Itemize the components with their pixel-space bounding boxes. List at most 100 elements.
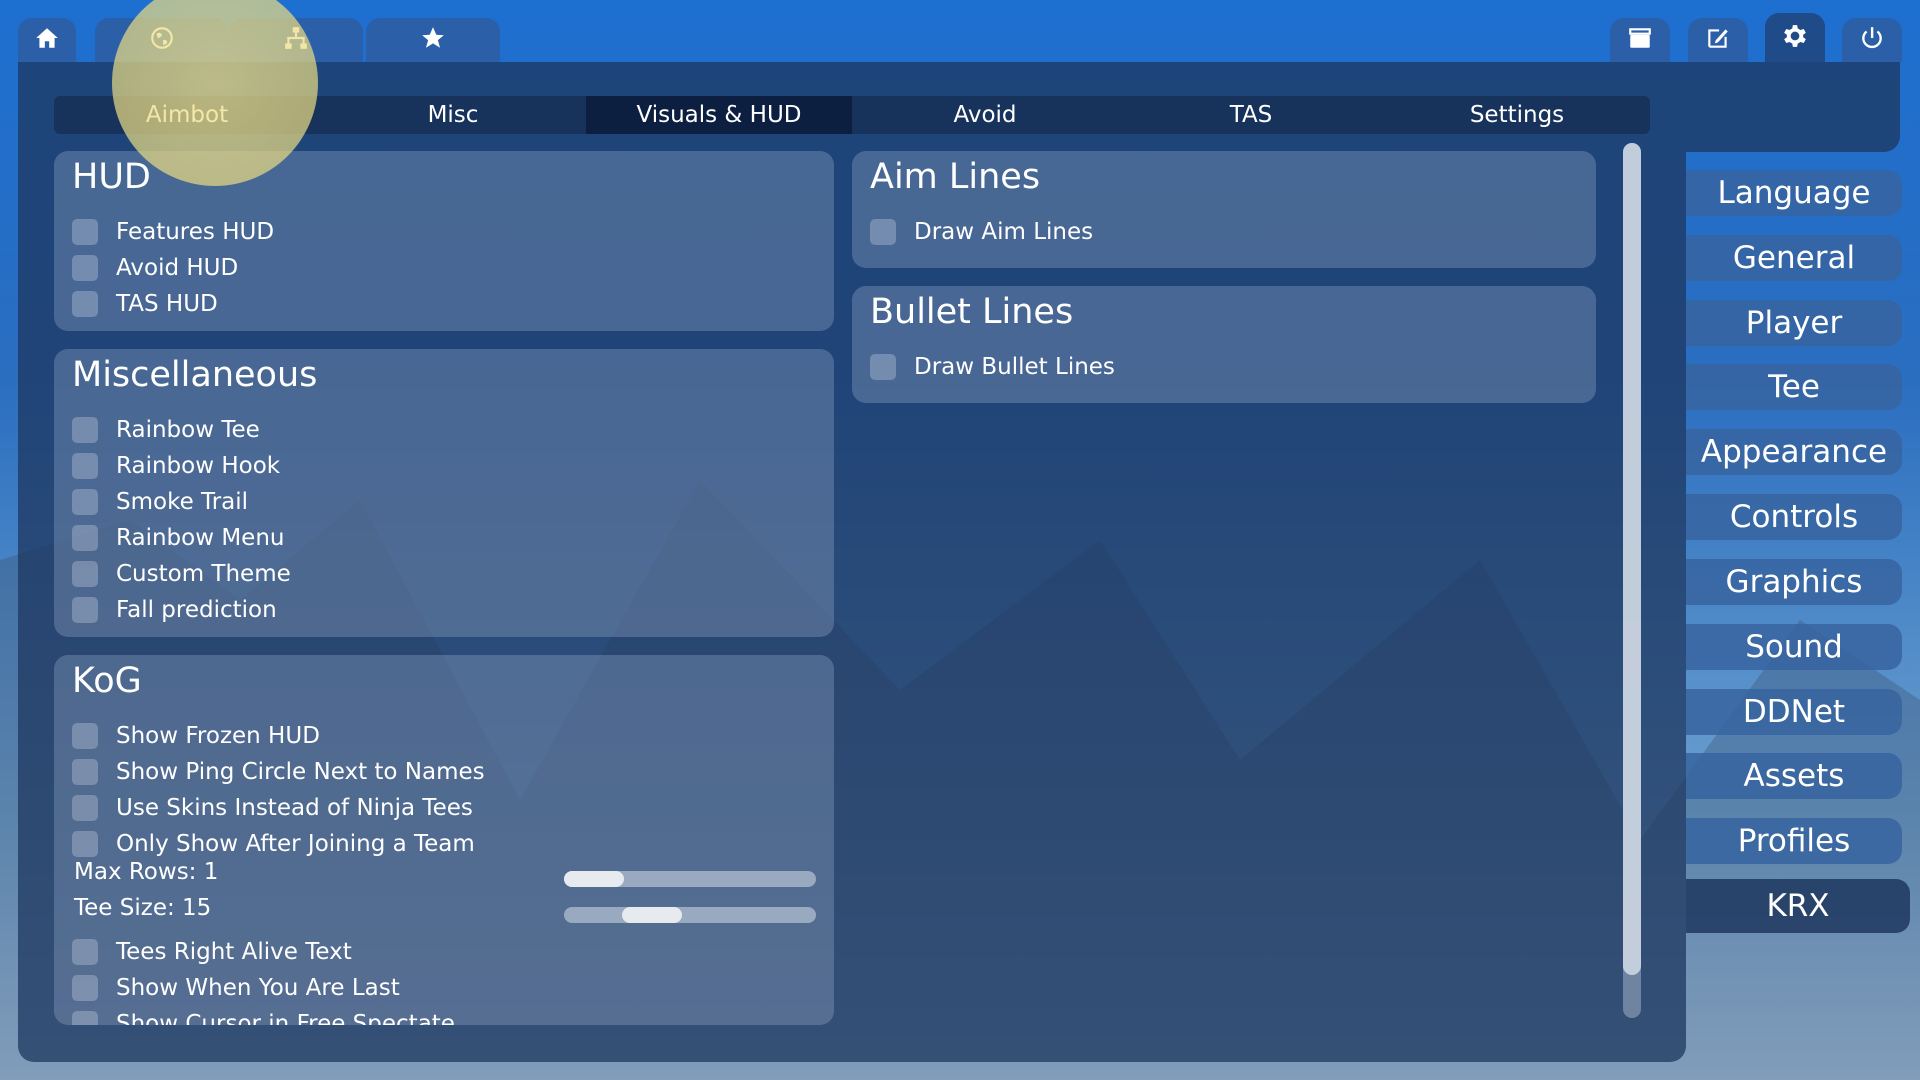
home-icon: [34, 25, 60, 55]
sidebar-item-assets[interactable]: Assets: [1686, 753, 1902, 799]
checkbox-label: Rainbow Tee: [116, 417, 260, 443]
checkbox-label: Draw Aim Lines: [914, 219, 1094, 245]
checkbox-row[interactable]: Only Show After Joining a Team: [72, 829, 475, 859]
checkbox-label: Rainbow Menu: [116, 525, 285, 551]
sidebar-item-general[interactable]: General: [1686, 235, 1902, 281]
checkbox[interactable]: [72, 831, 98, 857]
quit-tab[interactable]: [1842, 18, 1902, 62]
sidebar-item-ddnet[interactable]: DDNet: [1686, 689, 1902, 735]
checkbox-label: Use Skins Instead of Ninja Tees: [116, 795, 473, 821]
checkbox[interactable]: [870, 219, 896, 245]
checkbox-row[interactable]: Rainbow Menu: [72, 523, 284, 553]
checkbox-row[interactable]: Avoid HUD: [72, 253, 238, 283]
checkbox-label: Features HUD: [116, 219, 275, 245]
checkbox-row[interactable]: Features HUD: [72, 217, 274, 247]
scrollbar-thumb[interactable]: [1623, 143, 1641, 975]
checkbox-row[interactable]: Show Ping Circle Next to Names: [72, 757, 485, 787]
tab-settings[interactable]: Settings: [1384, 96, 1650, 134]
checkbox[interactable]: [72, 597, 98, 623]
section-title: KoG: [72, 661, 142, 701]
miscellaneous-section: Miscellaneous Rainbow Tee Rainbow Hook S…: [54, 349, 834, 637]
checkbox[interactable]: [72, 489, 98, 515]
max-rows-slider[interactable]: [564, 871, 816, 887]
checkbox-row[interactable]: Fall prediction: [72, 595, 277, 625]
checkbox[interactable]: [72, 417, 98, 443]
checkbox-label: Show Frozen HUD: [116, 723, 320, 749]
checkbox[interactable]: [72, 561, 98, 587]
tee-size-slider[interactable]: [564, 907, 816, 923]
checkbox-label: Rainbow Hook: [116, 453, 281, 479]
kog-section: KoG Show Frozen HUD Show Ping Circle Nex…: [54, 655, 834, 1025]
settings-tab[interactable]: [1765, 13, 1825, 62]
gear-icon: [1782, 23, 1808, 53]
scrollbar[interactable]: [1623, 143, 1641, 1018]
star-icon: [420, 25, 446, 55]
section-title: Aim Lines: [870, 157, 1041, 197]
checkbox-row[interactable]: Draw Bullet Lines: [870, 352, 1115, 382]
tab-misc[interactable]: Misc: [320, 96, 586, 134]
checkbox[interactable]: [72, 795, 98, 821]
checkbox[interactable]: [72, 939, 98, 965]
favorites-tab[interactable]: [366, 18, 500, 62]
edit-icon: [1705, 25, 1731, 55]
checkbox-label: Avoid HUD: [116, 255, 239, 281]
hud-section: HUD Features HUD Avoid HUD TAS HUD: [54, 151, 834, 331]
checkbox-label: Custom Theme: [116, 561, 291, 587]
checkbox-label: Tees Right Alive Text: [116, 939, 352, 965]
checkbox-label: Show Ping Circle Next to Names: [116, 759, 485, 785]
checkbox[interactable]: [72, 219, 98, 245]
checkbox[interactable]: [870, 354, 896, 380]
tab-tas[interactable]: TAS: [1118, 96, 1384, 134]
checkbox-row[interactable]: Draw Aim Lines: [870, 217, 1093, 247]
tab-visuals-hud[interactable]: Visuals & HUD: [586, 96, 852, 134]
slider-knob[interactable]: [564, 871, 624, 887]
sidebar-item-player[interactable]: Player: [1686, 300, 1902, 346]
tab-avoid[interactable]: Avoid: [852, 96, 1118, 134]
power-icon: [1859, 25, 1885, 55]
sidebar-item-language[interactable]: Language: [1686, 170, 1902, 216]
checkbox[interactable]: [72, 1011, 98, 1025]
home-tab[interactable]: [18, 18, 76, 62]
checkbox-row[interactable]: Show When You Are Last: [72, 973, 400, 1003]
checkbox-row[interactable]: Custom Theme: [72, 559, 291, 589]
checkbox-label: Show When You Are Last: [116, 975, 400, 1001]
checkbox-row[interactable]: Rainbow Hook: [72, 451, 280, 481]
checkbox[interactable]: [72, 291, 98, 317]
sidebar-item-profiles[interactable]: Profiles: [1686, 818, 1902, 864]
checkbox-row[interactable]: Smoke Trail: [72, 487, 248, 517]
checkbox[interactable]: [72, 723, 98, 749]
demos-tab[interactable]: [1610, 18, 1670, 62]
checkbox-label: Draw Bullet Lines: [914, 354, 1115, 380]
checkbox[interactable]: [72, 255, 98, 281]
checkbox[interactable]: [72, 525, 98, 551]
checkbox-row[interactable]: Show Frozen HUD: [72, 721, 320, 751]
section-title: Miscellaneous: [72, 355, 318, 395]
section-title: Bullet Lines: [870, 292, 1074, 332]
clapperboard-icon: [1627, 25, 1653, 55]
checkbox-row[interactable]: Rainbow Tee: [72, 415, 260, 445]
checkbox-label: Smoke Trail: [116, 489, 249, 515]
checkbox[interactable]: [72, 759, 98, 785]
tee-size-label: Tee Size: 15: [74, 895, 212, 921]
checkbox-label: Show Cursor in Free Spectate: [116, 1011, 455, 1025]
sidebar-item-tee[interactable]: Tee: [1686, 364, 1902, 410]
sidebar-item-sound[interactable]: Sound: [1686, 624, 1902, 670]
panel-corner: [1686, 62, 1900, 152]
sidebar-item-controls[interactable]: Controls: [1686, 494, 1902, 540]
checkbox-label: TAS HUD: [116, 291, 218, 317]
checkbox-row[interactable]: Tees Right Alive Text: [72, 937, 352, 967]
sidebar-item-appearance[interactable]: Appearance: [1686, 429, 1902, 475]
section-title: HUD: [72, 157, 151, 197]
checkbox-row[interactable]: Show Cursor in Free Spectate: [72, 1009, 455, 1025]
checkbox[interactable]: [72, 975, 98, 1001]
sidebar-item-graphics[interactable]: Graphics: [1686, 559, 1902, 605]
bullet-lines-section: Bullet Lines Draw Bullet Lines: [852, 286, 1596, 403]
checkbox[interactable]: [72, 453, 98, 479]
checkbox-label: Only Show After Joining a Team: [116, 831, 475, 857]
editor-tab[interactable]: [1688, 18, 1748, 62]
aim-lines-section: Aim Lines Draw Aim Lines: [852, 151, 1596, 268]
sidebar-item-krx[interactable]: KRX: [1686, 879, 1910, 933]
slider-knob[interactable]: [622, 907, 682, 923]
checkbox-row[interactable]: Use Skins Instead of Ninja Tees: [72, 793, 473, 823]
checkbox-row[interactable]: TAS HUD: [72, 289, 218, 319]
